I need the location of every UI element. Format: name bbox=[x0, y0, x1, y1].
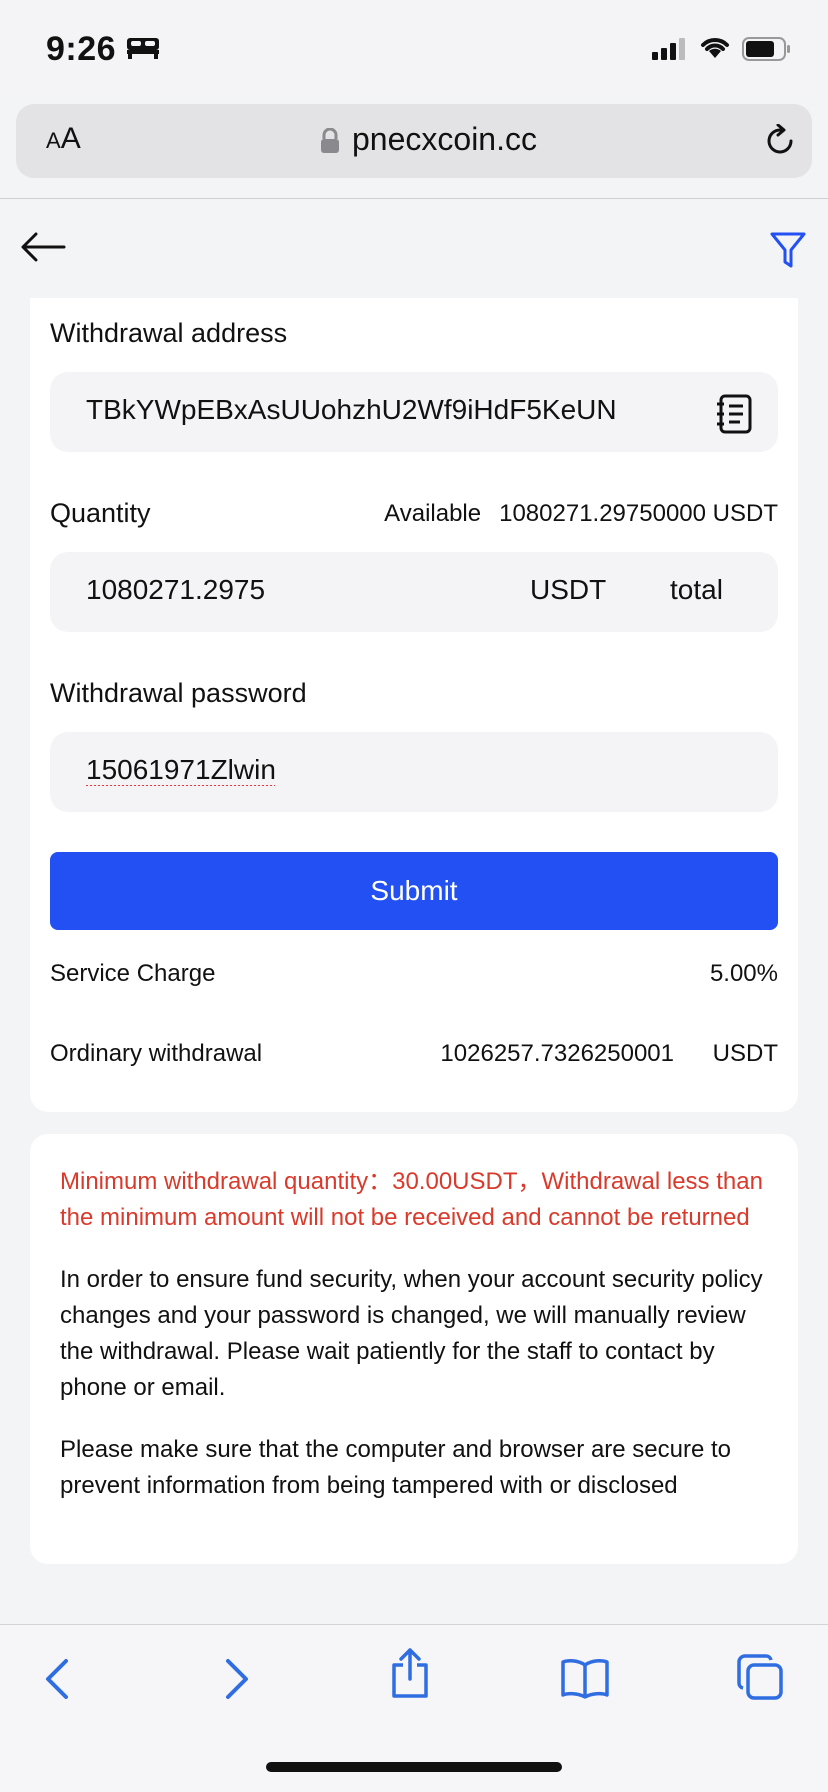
lock-icon bbox=[320, 127, 340, 159]
withdrawal-form-card: Withdrawal address TBkYWpEBxAsUUohzhU2Wf… bbox=[30, 298, 798, 1112]
quantity-value: 1080271.2975 bbox=[86, 574, 266, 605]
security-note: In order to ensure fund security, when y… bbox=[60, 1266, 763, 1401]
withdrawal-address-value: TBkYWpEBxAsUUohzhU2Wf9iHdF5KeUN bbox=[86, 394, 616, 425]
forward-chevron-icon[interactable] bbox=[222, 1657, 252, 1706]
ordinary-withdrawal-unit: USDT bbox=[712, 1040, 778, 1067]
share-icon[interactable] bbox=[390, 1647, 430, 1704]
available-label: Available bbox=[384, 500, 482, 527]
service-charge-label: Service Charge bbox=[50, 960, 216, 987]
bed-icon bbox=[126, 34, 160, 65]
submit-button[interactable]: Submit bbox=[50, 852, 778, 930]
available-balance: Available 1080271.29750000 USDT bbox=[384, 500, 778, 528]
available-value: 1080271.29750000 USDT bbox=[499, 500, 778, 527]
back-chevron-icon[interactable] bbox=[42, 1657, 72, 1706]
wifi-icon bbox=[698, 34, 732, 65]
address-book-icon[interactable] bbox=[716, 394, 752, 439]
withdrawal-password-input[interactable]: 15061971Zlwin bbox=[50, 732, 778, 812]
ordinary-withdrawal-value: 1026257.7326250001 bbox=[440, 1040, 674, 1067]
status-time: 9:26 bbox=[46, 30, 117, 68]
minimum-withdrawal-warning: Minimum withdrawal quantity：30.00USDT，Wi… bbox=[60, 1168, 763, 1231]
info-card: Minimum withdrawal quantity：30.00USDT，Wi… bbox=[30, 1134, 798, 1564]
withdrawal-password-value: 15061971Zlwin bbox=[86, 754, 276, 785]
reload-icon[interactable] bbox=[764, 123, 798, 163]
browser-security-note: Please make sure that the computer and b… bbox=[60, 1436, 732, 1499]
withdrawal-address-input[interactable]: TBkYWpEBxAsUUohzhU2Wf9iHdF5KeUN bbox=[50, 372, 778, 452]
page-header bbox=[0, 199, 828, 299]
tabs-icon[interactable] bbox=[736, 1653, 784, 1706]
filter-icon[interactable] bbox=[770, 231, 806, 274]
service-charge-value: 5.00% bbox=[709, 960, 778, 987]
withdrawal-password-label: Withdrawal password bbox=[50, 678, 307, 708]
quantity-unit: USDT bbox=[530, 574, 607, 605]
quantity-input[interactable]: 1080271.2975 USDT total bbox=[50, 552, 778, 632]
reader-aa-button[interactable]: AA bbox=[46, 122, 81, 156]
home-indicator bbox=[266, 1762, 562, 1772]
withdrawal-address-label: Withdrawal address bbox=[50, 318, 288, 348]
bookmarks-icon[interactable] bbox=[560, 1657, 610, 1704]
quantity-label: Quantity bbox=[50, 498, 151, 528]
battery-icon bbox=[742, 37, 792, 66]
address-bar[interactable]: AA pnecxcoin.cc bbox=[16, 104, 812, 178]
url-text[interactable]: pnecxcoin.cc bbox=[352, 121, 537, 158]
back-arrow-icon[interactable] bbox=[20, 231, 66, 268]
status-bar: 9:26 bbox=[0, 0, 828, 96]
ordinary-withdrawal-label: Ordinary withdrawal bbox=[50, 1040, 263, 1067]
cellular-signal-icon bbox=[652, 38, 688, 65]
total-button[interactable]: total bbox=[670, 574, 723, 606]
